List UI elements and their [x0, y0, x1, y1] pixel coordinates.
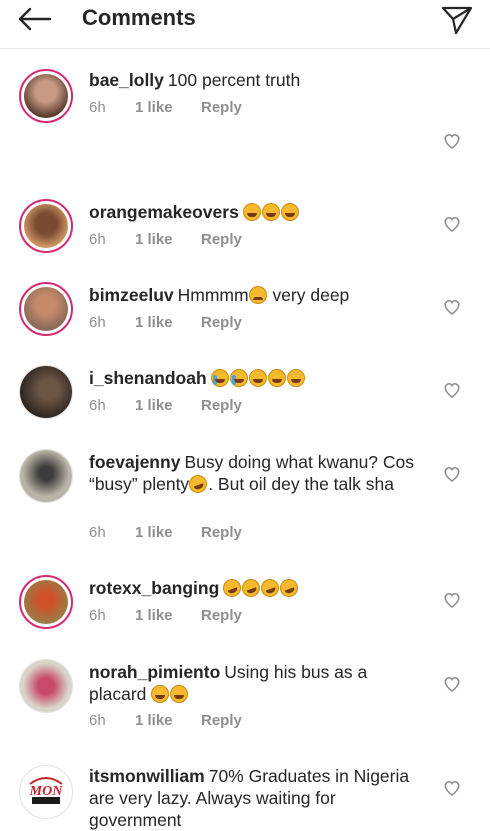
- top-bar: Comments: [0, 0, 490, 49]
- heart-icon[interactable]: [443, 780, 461, 796]
- comment-username[interactable]: itsmonwilliam: [89, 766, 205, 786]
- heart-icon[interactable]: [443, 382, 461, 398]
- like-count[interactable]: 1 like: [135, 231, 201, 248]
- avatar[interactable]: [19, 365, 73, 419]
- laughing-emoji-icon: [286, 369, 305, 387]
- laughing-emoji-icon: [280, 203, 299, 221]
- comment-text: foevajenny Busy doing what kwanu? Cos “bu…: [89, 452, 415, 496]
- laughing-emoji-icon: [261, 203, 280, 221]
- like-count[interactable]: 1 like: [135, 712, 201, 729]
- avatar[interactable]: MON: [19, 765, 73, 819]
- heart-icon[interactable]: [443, 299, 461, 315]
- rolling-laughing-emoji-icon: [220, 576, 244, 600]
- avatar[interactable]: [19, 69, 73, 123]
- laughing-emoji-icon: [248, 369, 267, 387]
- reply-button[interactable]: Reply: [201, 314, 242, 331]
- comment-text: bae_lolly 100 percent truth: [89, 70, 301, 90]
- crying-emoji-icon: [229, 369, 248, 387]
- comment-text: itsmonwilliam 70% Graduates in Nigeria ar…: [89, 766, 410, 830]
- page-title: Comments: [82, 5, 196, 30]
- comment-text: i_shenandoah: [89, 367, 429, 389]
- comment-username[interactable]: bimzeeluv: [89, 285, 174, 305]
- like-count[interactable]: 1 like: [135, 99, 201, 116]
- avatar[interactable]: [19, 659, 73, 713]
- heart-icon[interactable]: [443, 133, 461, 149]
- reply-button[interactable]: Reply: [201, 524, 242, 541]
- like-count[interactable]: 1 like: [135, 314, 201, 331]
- like-count[interactable]: 1 like: [135, 607, 201, 624]
- heart-icon[interactable]: [443, 676, 461, 692]
- comment-time: 6h: [89, 314, 106, 331]
- like-count[interactable]: 1 like: [135, 397, 201, 414]
- comment-time: 6h: [89, 99, 106, 116]
- avatar[interactable]: [19, 282, 73, 336]
- comment-meta: 6h 1 like Reply: [89, 314, 242, 331]
- avatar[interactable]: [19, 199, 73, 253]
- reply-button[interactable]: Reply: [201, 99, 242, 116]
- reply-button[interactable]: Reply: [201, 712, 242, 729]
- reply-button[interactable]: Reply: [201, 231, 242, 248]
- laughing-emoji-icon: [151, 685, 170, 703]
- laughing-emoji-icon: [170, 685, 189, 703]
- rolling-laughing-emoji-icon: [186, 472, 210, 496]
- back-arrow-icon[interactable]: [14, 4, 54, 34]
- comment-time: 6h: [89, 524, 106, 541]
- comment-text: norah_pimiento Using his bus as a placard: [89, 662, 368, 704]
- comment-text: bimzeeluv Hmmmm very deep: [89, 285, 350, 305]
- comment-username[interactable]: foevajenny: [89, 452, 180, 472]
- laughing-emoji-icon: [267, 369, 286, 387]
- comment-meta: 6h 1 like Reply: [89, 712, 242, 729]
- avatar[interactable]: [19, 575, 73, 629]
- comment-time: 6h: [89, 712, 106, 729]
- comment-time: 6h: [89, 607, 106, 624]
- like-count[interactable]: 1 like: [135, 524, 201, 541]
- reply-button[interactable]: Reply: [201, 397, 242, 414]
- svg-text:MON: MON: [29, 784, 64, 799]
- comment-username[interactable]: orangemakeovers: [89, 202, 239, 222]
- comment-text: rotexx_banging: [89, 576, 429, 600]
- heart-icon[interactable]: [443, 592, 461, 608]
- rolling-laughing-emoji-icon: [258, 576, 282, 600]
- laughing-emoji-icon: [242, 203, 261, 221]
- comment-time: 6h: [89, 231, 106, 248]
- rolling-laughing-emoji-icon: [277, 576, 301, 600]
- comment-username[interactable]: rotexx_banging: [89, 578, 219, 598]
- comment-meta: 6h 1 like Reply: [89, 99, 242, 116]
- comment-username[interactable]: norah_pimiento: [89, 662, 220, 682]
- rolling-laughing-emoji-icon: [239, 576, 263, 600]
- heart-icon[interactable]: [443, 216, 461, 232]
- frowning-emoji-icon: [248, 286, 267, 304]
- comment-username[interactable]: bae_lolly: [89, 70, 164, 90]
- comment-meta: 6h 1 like Reply: [89, 607, 242, 624]
- crying-emoji-icon: [210, 369, 229, 387]
- comment-username[interactable]: i_shenandoah: [89, 368, 207, 388]
- heart-icon[interactable]: [443, 466, 461, 482]
- comment-meta: 6h 1 like Reply: [89, 231, 242, 248]
- reply-button[interactable]: Reply: [201, 607, 242, 624]
- send-icon[interactable]: [440, 3, 474, 35]
- comment-meta: 6h 1 like Reply: [89, 524, 242, 541]
- comment-time: 6h: [89, 397, 106, 414]
- comment-meta: 6h 1 like Reply: [89, 397, 242, 414]
- avatar[interactable]: [19, 449, 73, 503]
- mon-william-logo: MON: [20, 766, 72, 818]
- comment-text: orangemakeovers: [89, 201, 429, 223]
